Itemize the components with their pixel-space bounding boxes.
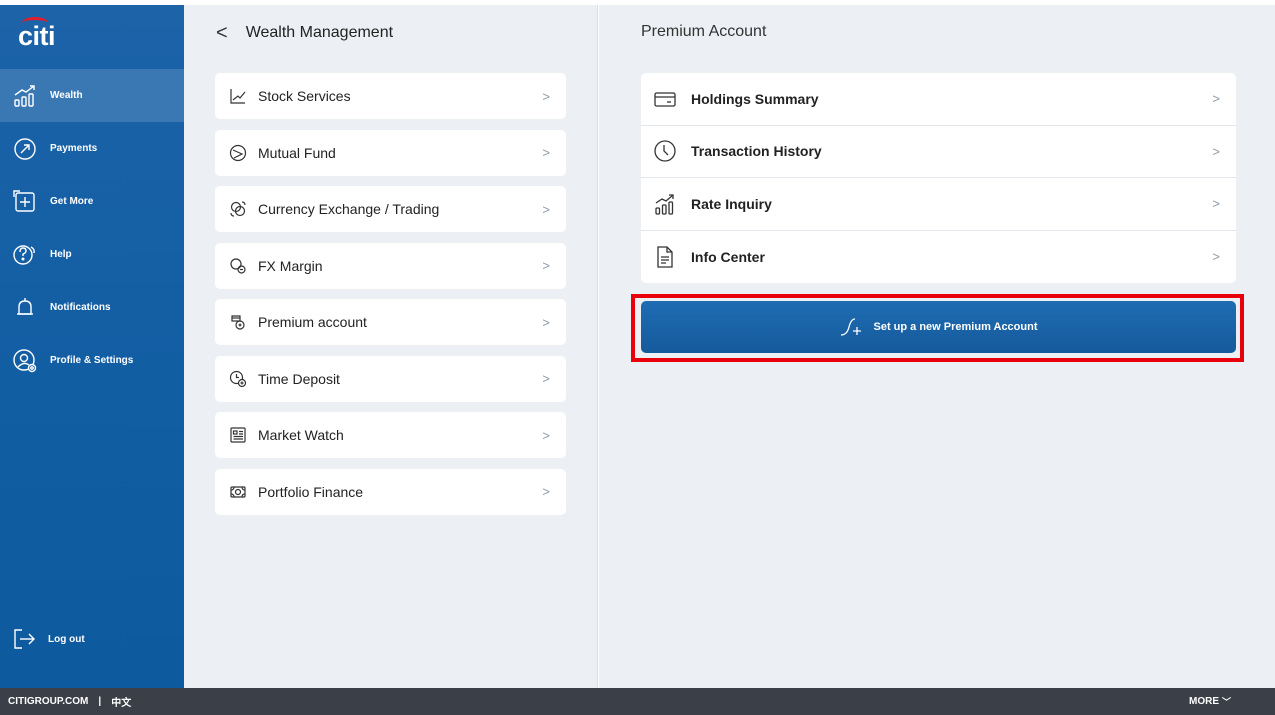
clock-icon bbox=[654, 140, 676, 162]
sidebar-item-get-more[interactable]: Get More bbox=[0, 175, 184, 228]
premium-account-panel: Premium Account Holdings Summary > Trans… bbox=[599, 5, 1275, 688]
sidebar-item-label: Wealth bbox=[50, 90, 83, 101]
sidebar-item-label: Profile & Settings bbox=[50, 355, 134, 366]
list-item-label: Holdings Summary bbox=[691, 90, 819, 107]
section-title: Premium Account bbox=[641, 23, 767, 40]
premium-account-icon bbox=[231, 315, 245, 330]
document-icon bbox=[657, 246, 673, 268]
sidebar-nav: Wealth Payments Get More Help Notificati… bbox=[0, 69, 184, 387]
citigroup-link[interactable]: CITIGROUP.COM bbox=[8, 696, 88, 707]
signature-plus-icon bbox=[841, 318, 862, 336]
profile-settings-icon bbox=[13, 348, 37, 372]
chevron-right-icon: > bbox=[1212, 143, 1220, 159]
sidebar-item-payments[interactable]: Payments bbox=[0, 122, 184, 175]
back-button[interactable]: < bbox=[216, 23, 228, 43]
sidebar-item-label: Notifications bbox=[50, 302, 111, 313]
menu-item-label: Currency Exchange / Trading bbox=[258, 201, 440, 217]
panel-header: < Wealth Management bbox=[216, 23, 393, 43]
menu-item-label: Market Watch bbox=[258, 427, 344, 443]
list-item-rate-inquiry[interactable]: Rate Inquiry > bbox=[641, 178, 1236, 231]
logout-label: Log out bbox=[48, 633, 85, 645]
list-item-label: Info Center bbox=[691, 248, 765, 265]
stock-line-icon bbox=[230, 89, 246, 104]
menu-item-label: Time Deposit bbox=[258, 370, 340, 387]
get-more-plus-icon bbox=[13, 189, 35, 212]
market-watch-icon bbox=[230, 427, 246, 443]
menu-item-portfolio-finance[interactable]: Portfolio Finance > bbox=[215, 468, 566, 515]
chevron-right-icon: > bbox=[1212, 249, 1220, 265]
chevron-right-icon: > bbox=[542, 201, 550, 217]
menu-item-currency-exchange[interactable]: Currency Exchange / Trading > bbox=[215, 186, 566, 232]
menu-item-label: Stock Services bbox=[258, 88, 351, 104]
chevron-right-icon: > bbox=[1212, 91, 1220, 107]
setup-premium-account-button[interactable]: Set up a new Premium Account bbox=[641, 301, 1236, 353]
fx-margin-icon bbox=[230, 257, 246, 274]
wealth-menu: Stock Services > Mutual Fund > Currency … bbox=[215, 73, 566, 525]
sidebar-item-profile-settings[interactable]: Profile & Settings bbox=[0, 334, 184, 387]
footer-links: CITIGROUP.COM | 中文 bbox=[8, 694, 131, 709]
more-menu-button[interactable]: MORE ﹀ bbox=[1189, 695, 1231, 708]
menu-item-fx-margin[interactable]: FX Margin > bbox=[215, 242, 566, 289]
menu-item-time-deposit[interactable]: Time Deposit > bbox=[215, 355, 566, 402]
list-item-info-center[interactable]: Info Center > bbox=[641, 231, 1236, 284]
currency-exchange-icon bbox=[230, 201, 246, 217]
chevron-right-icon: > bbox=[542, 145, 550, 160]
bell-icon bbox=[17, 297, 33, 315]
list-item-label: Transaction History bbox=[691, 143, 822, 160]
chevron-down-icon: ﹀ bbox=[1221, 697, 1231, 707]
sidebar-item-notifications[interactable]: Notifications bbox=[0, 281, 184, 334]
list-item-transaction-history[interactable]: Transaction History > bbox=[641, 126, 1236, 178]
sidebar-item-wealth[interactable]: Wealth bbox=[0, 69, 184, 122]
sidebar-item-label: Help bbox=[50, 249, 72, 260]
chevron-right-icon: > bbox=[542, 314, 550, 330]
chevron-right-icon: > bbox=[542, 427, 550, 443]
premium-account-list: Holdings Summary > Transaction History >… bbox=[641, 73, 1236, 283]
help-question-icon bbox=[13, 244, 35, 265]
menu-item-label: FX Margin bbox=[258, 257, 323, 274]
payments-arrow-icon bbox=[14, 137, 36, 160]
logout-button[interactable]: Log out bbox=[0, 614, 184, 664]
menu-item-label: Portfolio Finance bbox=[258, 483, 364, 500]
sidebar-item-label: Get More bbox=[50, 196, 94, 207]
chevron-right-icon: > bbox=[1212, 196, 1220, 212]
wealth-management-panel: < Wealth Management Stock Services > Mut… bbox=[184, 5, 598, 688]
menu-item-mutual-fund[interactable]: Mutual Fund > bbox=[215, 129, 566, 176]
citi-logo[interactable]: citi bbox=[18, 17, 98, 61]
page-title: Wealth Management bbox=[245, 24, 394, 41]
list-item-holdings-summary[interactable]: Holdings Summary > bbox=[641, 73, 1236, 126]
setup-premium-account-label: Set up a new Premium Account bbox=[873, 321, 1038, 333]
chevron-right-icon: > bbox=[542, 484, 550, 499]
wealth-chart-icon bbox=[14, 84, 35, 107]
menu-item-market-watch[interactable]: Market Watch > bbox=[215, 412, 566, 458]
time-deposit-icon bbox=[229, 370, 247, 387]
portfolio-finance-icon bbox=[230, 485, 246, 498]
menu-item-label: Premium account bbox=[258, 314, 367, 330]
list-item-label: Rate Inquiry bbox=[691, 195, 772, 212]
mutual-fund-icon bbox=[229, 144, 247, 161]
footer-separator: | bbox=[98, 696, 102, 707]
language-link[interactable]: 中文 bbox=[111, 694, 131, 709]
logo-arc bbox=[22, 17, 48, 29]
sidebar: citi Wealth Payments Get More Help Notif… bbox=[0, 5, 184, 688]
footer: CITIGROUP.COM | 中文 MORE ﹀ bbox=[0, 688, 1275, 715]
sidebar-item-help[interactable]: Help bbox=[0, 228, 184, 281]
menu-item-label: Mutual Fund bbox=[258, 144, 336, 161]
menu-item-stock-services[interactable]: Stock Services > bbox=[215, 73, 566, 119]
logout-icon bbox=[14, 629, 35, 649]
more-label: MORE bbox=[1188, 696, 1219, 707]
rate-chart-icon bbox=[655, 194, 674, 215]
menu-item-premium-account[interactable]: Premium account > bbox=[215, 299, 566, 345]
sidebar-item-label: Payments bbox=[50, 143, 98, 154]
card-icon bbox=[654, 92, 676, 107]
chevron-right-icon: > bbox=[542, 258, 550, 273]
chevron-right-icon: > bbox=[542, 371, 550, 386]
chevron-right-icon: > bbox=[542, 88, 550, 104]
